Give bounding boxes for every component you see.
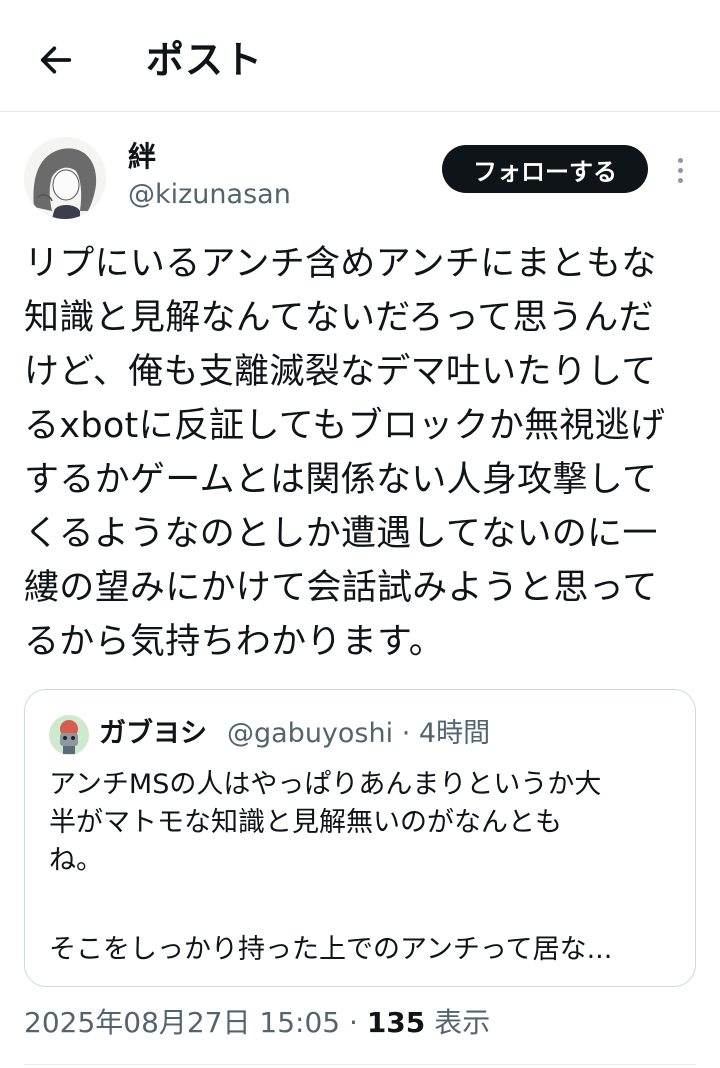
- quote-meta: @gabuyoshi · 4時間: [227, 716, 490, 752]
- tweet-text: リプにいるアンチ含めアンチにまともな 知識と見解なんてないだろって思うんだ けど…: [24, 244, 666, 662]
- avatar[interactable]: [24, 137, 106, 219]
- quote-handle: @gabuyoshi: [227, 718, 394, 749]
- meta-separator: ·: [349, 1006, 358, 1039]
- author-handle[interactable]: @kizunasan: [128, 178, 291, 212]
- follow-button[interactable]: フォローする: [442, 145, 648, 193]
- post-meta-row: 2025年08月27日 15:05 · 135 表示: [24, 1004, 490, 1042]
- top-bar: ポスト: [0, 0, 720, 112]
- quote-separator: ·: [401, 718, 411, 749]
- divider: [24, 1064, 696, 1065]
- views-count: 135: [366, 1006, 426, 1039]
- quote-display-name: ガブヨシ: [99, 718, 207, 749]
- more-vertical-icon: [677, 157, 683, 163]
- author-display-name[interactable]: 絆: [128, 140, 156, 174]
- back-button[interactable]: [30, 34, 82, 86]
- page-title: ポスト: [146, 38, 264, 82]
- quote-text-truncated: そこをしっかり持った上でのアンチって居な...: [49, 934, 613, 965]
- quote-avatar: [49, 715, 89, 755]
- views-label: 表示: [434, 1006, 491, 1039]
- post-timestamp[interactable]: 2025年08月27日 15:05: [24, 1006, 340, 1039]
- more-options-button[interactable]: [662, 152, 698, 188]
- quote-time: 4時間: [418, 718, 491, 749]
- arrow-left-icon: [40, 46, 72, 74]
- quote-text: アンチMSの人はやっぱりあんまりというか大 半がマトモな知識と見解無いのがなんと…: [49, 769, 602, 876]
- quote-tweet-card[interactable]: ガブヨシ @gabuyoshi · 4時間 アンチMSの人はやっぱりあんまりとい…: [24, 689, 696, 987]
